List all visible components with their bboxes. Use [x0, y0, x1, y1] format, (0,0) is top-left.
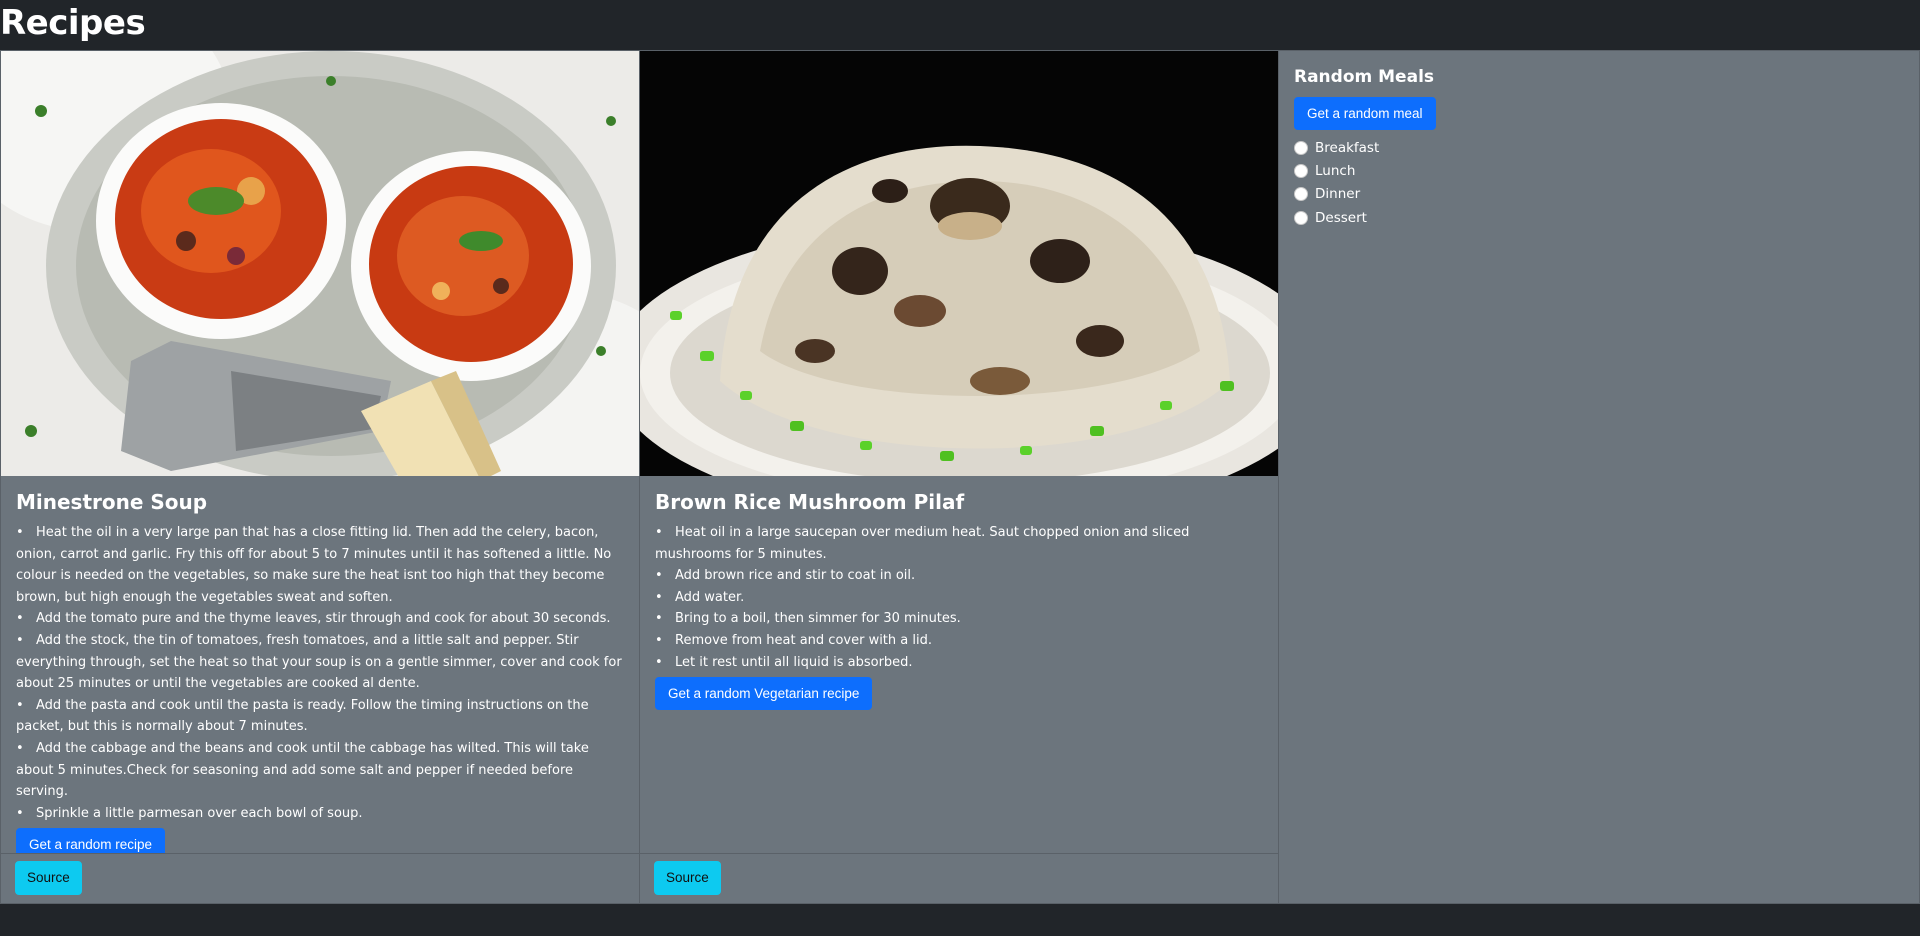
random-meals-card: Random Meals Get a random meal Breakfast…: [1279, 51, 1919, 903]
card-group: Minestrone Soup Heat the oil in a very l…: [0, 50, 1920, 904]
meal-option-breakfast[interactable]: Breakfast: [1294, 136, 1904, 159]
radio-lunch[interactable]: [1294, 164, 1308, 179]
mushroom-pilaf-image: [640, 51, 1278, 476]
recipe-title: Minestrone Soup: [16, 490, 208, 514]
source-button[interactable]: Source: [15, 861, 82, 895]
recipe-card-pilaf: Brown Rice Mushroom Pilaf Heat oil in a …: [640, 51, 1279, 903]
minestrone-soup-image: [1, 51, 639, 476]
recipe-title: Brown Rice Mushroom Pilaf: [655, 490, 965, 514]
get-random-vegetarian-recipe-button[interactable]: Get a random Vegetarian recipe: [655, 677, 873, 711]
meal-type-options: Breakfast Lunch Dinner Dessert: [1294, 136, 1904, 230]
recipe-card-minestrone: Minestrone Soup Heat the oil in a very l…: [1, 51, 640, 903]
radio-breakfast[interactable]: [1294, 140, 1308, 155]
page-title: Recipes: [0, 3, 146, 43]
recipe-step: Sprinkle a little parmesan over each bow…: [16, 803, 625, 825]
meal-option-label: Dinner: [1315, 186, 1361, 203]
meal-option-dinner[interactable]: Dinner: [1294, 183, 1904, 206]
get-random-meal-button[interactable]: Get a random meal: [1294, 97, 1436, 130]
meal-option-dessert[interactable]: Dessert: [1294, 206, 1904, 229]
recipe-step: Remove from heat and cover with a lid.: [655, 630, 1264, 652]
recipe-step: Heat the oil in a very large pan that ha…: [16, 522, 625, 608]
card-footer: Source: [1, 853, 639, 903]
recipe-step: Heat oil in a large saucepan over medium…: [655, 522, 1264, 565]
recipe-step: Add the pasta and cook until the pasta i…: [16, 695, 625, 738]
random-meals-title: Random Meals: [1294, 67, 1435, 87]
recipe-steps: Heat the oil in a very large pan that ha…: [16, 522, 625, 824]
source-button[interactable]: Source: [654, 861, 721, 895]
recipe-card-body: Brown Rice Mushroom Pilaf Heat oil in a …: [640, 476, 1278, 711]
random-meals-body: Random Meals Get a random meal Breakfast…: [1279, 51, 1919, 244]
recipe-steps: Heat oil in a large saucepan over medium…: [655, 522, 1264, 673]
recipe-step: Bring to a boil, then simmer for 30 minu…: [655, 608, 1264, 630]
recipe-card-body: Minestrone Soup Heat the oil in a very l…: [1, 476, 639, 862]
meal-option-lunch[interactable]: Lunch: [1294, 159, 1904, 182]
meal-option-label: Lunch: [1315, 163, 1356, 180]
meal-option-label: Breakfast: [1315, 139, 1380, 156]
recipe-step: Add the tomato pure and the thyme leaves…: [16, 608, 625, 630]
radio-dinner[interactable]: [1294, 187, 1308, 202]
recipe-step: Add brown rice and stir to coat in oil.: [655, 565, 1264, 587]
recipe-step: Add the stock, the tin of tomatoes, fres…: [16, 630, 625, 695]
recipe-step: Add the cabbage and the beans and cook u…: [16, 738, 625, 803]
meal-option-label: Dessert: [1315, 209, 1367, 226]
recipe-step: Add water.: [655, 587, 1264, 609]
radio-dessert[interactable]: [1294, 210, 1308, 225]
recipe-step: Let it rest until all liquid is absorbed…: [655, 652, 1264, 674]
card-footer: Source: [640, 853, 1278, 903]
